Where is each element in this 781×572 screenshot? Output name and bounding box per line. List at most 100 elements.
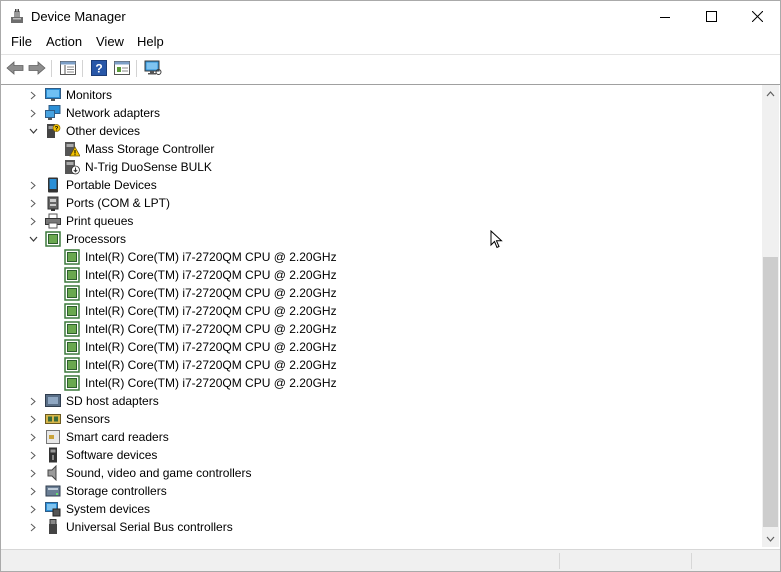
toolbar: ?	[1, 54, 780, 81]
processor-icon	[64, 285, 80, 301]
portable-device-icon	[48, 177, 58, 193]
tree-node-label: Intel(R) Core(TM) i7-2720QM CPU @ 2.20GH…	[85, 340, 337, 354]
chevron-right-icon[interactable]	[28, 518, 38, 536]
smart-card-icon	[46, 430, 60, 444]
tree-node-sound-video-game-controllers[interactable]: Sound, video and game controllers	[1, 464, 761, 482]
tree-node-cpu[interactable]: Intel(R) Core(TM) i7-2720QM CPU @ 2.20GH…	[1, 356, 761, 374]
chevron-right-icon[interactable]	[28, 392, 38, 410]
chevron-down-icon[interactable]	[28, 122, 38, 140]
chevron-right-icon[interactable]	[28, 212, 38, 230]
tree-node-usb-controllers[interactable]: Universal Serial Bus controllers	[1, 518, 761, 536]
tree-node-storage-controllers[interactable]: Storage controllers	[1, 482, 761, 500]
tree-node-ports[interactable]: Ports (COM & LPT)	[1, 194, 761, 212]
tree-node-cpu[interactable]: Intel(R) Core(TM) i7-2720QM CPU @ 2.20GH…	[1, 374, 761, 392]
window-title: Device Manager	[31, 9, 126, 24]
chevron-down-icon	[766, 536, 775, 542]
status-pane	[559, 553, 560, 569]
tree-node-label: Intel(R) Core(TM) i7-2720QM CPU @ 2.20GH…	[85, 376, 337, 390]
software-device-icon	[49, 447, 57, 463]
svg-text:?: ?	[95, 62, 102, 76]
scan-monitor-icon	[144, 60, 162, 75]
scroll-thumb[interactable]	[763, 257, 778, 527]
toolbar-separator	[82, 60, 83, 77]
tree-node-mass-storage-controller[interactable]: Mass Storage Controller	[1, 140, 761, 158]
update-driver-button[interactable]	[112, 58, 132, 78]
tree-node-processors[interactable]: Processors	[1, 230, 761, 248]
scan-hardware-button[interactable]	[143, 58, 163, 78]
processor-icon	[64, 321, 80, 337]
sd-adapter-icon	[45, 394, 61, 407]
tree-node-portable-devices[interactable]: Portable Devices	[1, 176, 761, 194]
scroll-down-button[interactable]	[762, 530, 779, 547]
chevron-right-icon[interactable]	[28, 86, 38, 104]
vertical-scrollbar[interactable]	[762, 85, 779, 547]
chevron-right-icon[interactable]	[28, 176, 38, 194]
menu-bar: File Action View Help	[1, 32, 780, 52]
menu-help[interactable]: Help	[133, 34, 168, 49]
back-arrow-icon	[6, 61, 24, 75]
tree-node-sd-host-adapters[interactable]: SD host adapters	[1, 392, 761, 410]
tree-node-cpu[interactable]: Intel(R) Core(TM) i7-2720QM CPU @ 2.20GH…	[1, 302, 761, 320]
help-button[interactable]: ?	[89, 58, 109, 78]
back-button[interactable]	[5, 58, 25, 78]
tree-node-cpu[interactable]: Intel(R) Core(TM) i7-2720QM CPU @ 2.20GH…	[1, 284, 761, 302]
warning-device-icon	[65, 142, 80, 157]
monitor-icon	[45, 88, 61, 101]
device-tree[interactable]: Monitors Network adapters ? Other device…	[1, 84, 780, 548]
status-bar	[1, 549, 780, 571]
processor-icon	[64, 249, 80, 265]
maximize-button[interactable]	[688, 1, 734, 32]
close-button[interactable]	[734, 1, 780, 32]
title-bar[interactable]: Device Manager	[1, 1, 780, 32]
tree-node-label: Sensors	[66, 412, 111, 426]
tree-node-sensors[interactable]: Sensors	[1, 410, 761, 428]
minimize-button[interactable]	[642, 1, 688, 32]
tree-node-label: Intel(R) Core(TM) i7-2720QM CPU @ 2.20GH…	[85, 358, 337, 372]
forward-button[interactable]	[27, 58, 47, 78]
device-manager-icon	[11, 9, 23, 23]
tree-node-label: Intel(R) Core(TM) i7-2720QM CPU @ 2.20GH…	[85, 304, 337, 318]
tree-node-n-trig-duosense[interactable]: N-Trig DuoSense BULK	[1, 158, 761, 176]
toolbar-separator	[136, 60, 137, 77]
tree-node-label: Software devices	[66, 448, 158, 462]
chevron-right-icon[interactable]	[28, 428, 38, 446]
tree-node-smart-card-readers[interactable]: Smart card readers	[1, 428, 761, 446]
chevron-right-icon[interactable]	[28, 482, 38, 500]
tree-node-label: Intel(R) Core(TM) i7-2720QM CPU @ 2.20GH…	[85, 250, 337, 264]
tree-node-label: Intel(R) Core(TM) i7-2720QM CPU @ 2.20GH…	[85, 286, 337, 300]
tree-node-system-devices[interactable]: System devices	[1, 500, 761, 518]
status-pane	[691, 553, 692, 569]
tree-node-cpu[interactable]: Intel(R) Core(TM) i7-2720QM CPU @ 2.20GH…	[1, 320, 761, 338]
other-devices-icon: ?	[47, 124, 61, 138]
menu-action[interactable]: Action	[42, 34, 86, 49]
tree-node-network-adapters[interactable]: Network adapters	[1, 104, 761, 122]
chevron-down-icon[interactable]	[28, 230, 38, 248]
usb-icon	[49, 519, 57, 534]
tree-node-label: Intel(R) Core(TM) i7-2720QM CPU @ 2.20GH…	[85, 268, 337, 282]
tree-node-cpu[interactable]: Intel(R) Core(TM) i7-2720QM CPU @ 2.20GH…	[1, 338, 761, 356]
chevron-right-icon[interactable]	[28, 194, 38, 212]
network-icon	[45, 105, 61, 120]
show-hide-console-tree-button[interactable]	[58, 58, 78, 78]
chevron-right-icon[interactable]	[28, 104, 38, 122]
chevron-right-icon[interactable]	[28, 500, 38, 518]
tree-node-label: Other devices	[66, 124, 141, 138]
tree-node-other-devices[interactable]: ? Other devices	[1, 122, 761, 140]
tree-node-print-queues[interactable]: Print queues	[1, 212, 761, 230]
menu-file[interactable]: File	[7, 34, 36, 49]
tree-node-cpu[interactable]: Intel(R) Core(TM) i7-2720QM CPU @ 2.20GH…	[1, 248, 761, 266]
chevron-right-icon[interactable]	[28, 464, 38, 482]
device-manager-window: Device Manager File Action View Help ? M…	[0, 0, 781, 572]
scroll-up-button[interactable]	[762, 85, 779, 102]
tree-node-software-devices[interactable]: Software devices	[1, 446, 761, 464]
chevron-right-icon[interactable]	[28, 410, 38, 428]
menu-view[interactable]: View	[92, 34, 128, 49]
tree-node-label: Storage controllers	[66, 484, 167, 498]
tree-node-label: Network adapters	[66, 106, 161, 120]
chevron-right-icon[interactable]	[28, 446, 38, 464]
mouse-cursor-icon	[490, 230, 503, 249]
tree-node-monitors[interactable]: Monitors	[1, 86, 761, 104]
tree-node-cpu[interactable]: Intel(R) Core(TM) i7-2720QM CPU @ 2.20GH…	[1, 266, 761, 284]
speaker-icon	[47, 465, 57, 481]
tree-node-label: Smart card readers	[66, 430, 169, 444]
